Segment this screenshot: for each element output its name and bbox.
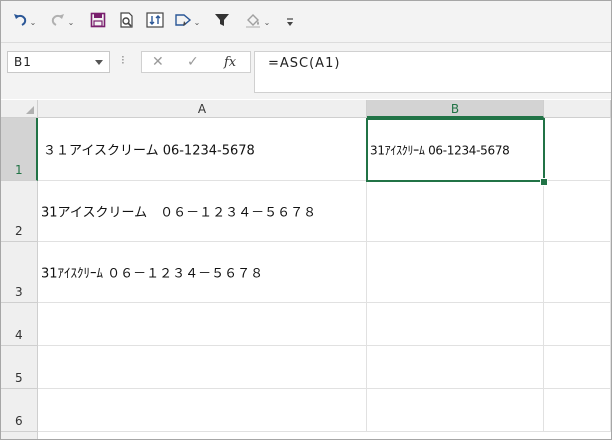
cell-b2[interactable] (367, 181, 544, 242)
formula-text: =ASC(A1) (268, 56, 341, 71)
row-header-6[interactable]: 6 (1, 389, 38, 432)
sort-icon (146, 12, 164, 32)
excel-window: ⌄ ⌄ ⌄ ⌄ B1 ⁝ ✕ ✓ fx =ASC(A1) A B 1 2 3 4… (0, 0, 612, 440)
cancel-icon[interactable]: ✕ (152, 54, 164, 70)
row-header-2[interactable]: 2 (1, 181, 38, 242)
row-header-4[interactable]: 4 (1, 303, 38, 346)
chevron-down-icon: ⌄ (67, 17, 75, 27)
cell-c1[interactable] (544, 118, 611, 181)
cell-a5[interactable] (38, 346, 367, 389)
cell-b6[interactable] (367, 389, 544, 432)
cell-c6[interactable] (544, 389, 611, 432)
print-preview-icon (119, 12, 135, 32)
cell-b3[interactable] (367, 242, 544, 303)
fill-color-icon (244, 12, 262, 32)
column-header-a[interactable]: A (38, 100, 367, 118)
cell-b1[interactable]: 31ｱｲｽｸﾘｰﾑ 06-1234-5678 (366, 118, 545, 182)
save-icon (90, 12, 106, 32)
splitter-handle[interactable]: ⁝ (121, 53, 125, 67)
insert-function-icon[interactable]: fx (224, 55, 236, 70)
shape-button[interactable]: ⌄ (171, 11, 203, 33)
redo-icon (50, 12, 66, 32)
formula-bar: B1 ⁝ ✕ ✓ fx =ASC(A1) (1, 43, 611, 99)
formula-input[interactable]: =ASC(A1) (254, 51, 611, 93)
cell-c5[interactable] (544, 346, 611, 389)
cell-a1[interactable]: ３１アイスクリーム 06-1234-5678 (38, 118, 367, 181)
quick-access-toolbar: ⌄ ⌄ ⌄ ⌄ (1, 1, 611, 43)
row-header-3[interactable]: 3 (1, 242, 38, 303)
name-box[interactable]: B1 (7, 51, 110, 73)
cell-b4[interactable] (367, 303, 544, 346)
cell-a2[interactable]: 31アイスクリーム ０６－１２３４－５６７８ (38, 181, 367, 242)
cell-c4[interactable] (544, 303, 611, 346)
fill-color-button[interactable]: ⌄ (241, 11, 273, 33)
select-all-icon (26, 106, 34, 114)
enter-icon[interactable]: ✓ (187, 54, 199, 70)
save-button[interactable] (87, 11, 109, 33)
filter-icon (214, 12, 230, 32)
cell-c3[interactable] (544, 242, 611, 303)
cell-a4[interactable] (38, 303, 367, 346)
cell-b5[interactable] (367, 346, 544, 389)
column-header-c[interactable] (544, 100, 611, 118)
cell-a6[interactable] (38, 389, 367, 432)
undo-button[interactable]: ⌄ (9, 11, 39, 33)
cell-a3[interactable]: 31ｱｲｽｸﾘｰﾑ ０６－１２３４－５６７８ (38, 242, 367, 303)
filter-button[interactable] (211, 11, 233, 33)
fill-handle[interactable] (540, 178, 548, 186)
undo-icon (12, 12, 28, 32)
redo-button[interactable]: ⌄ (47, 11, 77, 33)
cell-c2[interactable] (544, 181, 611, 242)
row-header-5[interactable]: 5 (1, 346, 38, 389)
select-all-button[interactable] (1, 100, 38, 118)
row-header-1[interactable]: 1 (1, 118, 38, 181)
shape-icon (174, 12, 192, 32)
chevron-down-icon: ⌄ (193, 17, 201, 27)
customize-toolbar-button[interactable] (283, 11, 297, 33)
print-preview-button[interactable] (116, 11, 138, 33)
chevron-down-icon: ⌄ (29, 17, 37, 27)
customize-icon (285, 13, 295, 32)
name-box-value: B1 (14, 55, 32, 69)
sort-button[interactable] (144, 11, 166, 33)
row-header-7[interactable] (1, 432, 38, 439)
worksheet-grid: A B 1 2 3 4 5 6 ３１アイスクリーム 06-1234-5678 3… (1, 100, 611, 439)
chevron-down-icon[interactable] (95, 60, 103, 65)
chevron-down-icon: ⌄ (263, 17, 271, 27)
column-header-b[interactable]: B (367, 100, 544, 118)
formula-buttons: ✕ ✓ fx (141, 51, 251, 73)
